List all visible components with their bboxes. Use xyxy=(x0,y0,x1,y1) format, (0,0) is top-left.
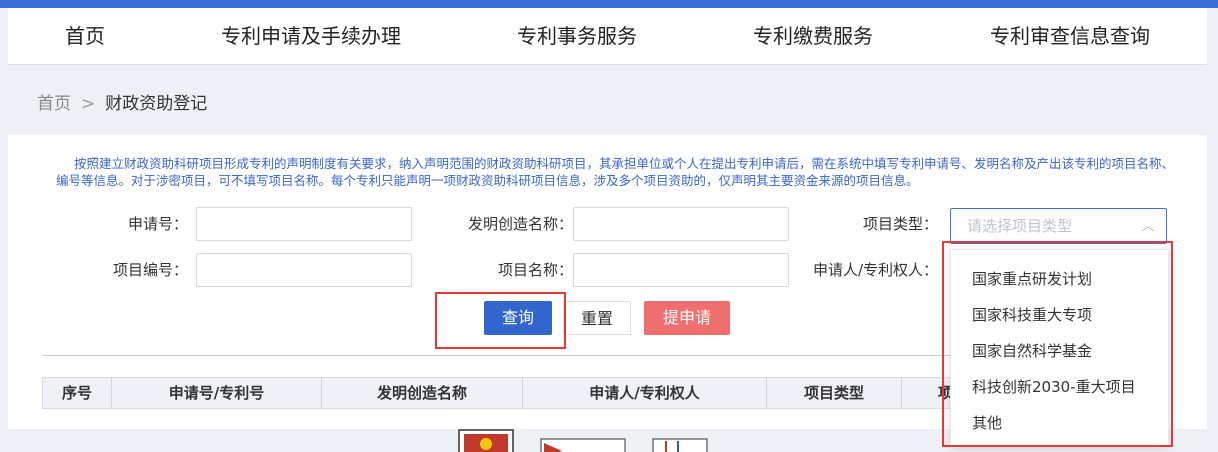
submit-application-button[interactable]: 提申请 xyxy=(644,301,730,335)
application-no-label: 申请号： xyxy=(127,215,188,233)
col-index: 序号 xyxy=(43,378,112,408)
footer-logos xyxy=(0,429,1218,452)
main-nav: 首页 专利申请及手续办理 专利事务服务 专利缴费服务 专利审查信息查询 xyxy=(8,8,1207,65)
invention-name-input[interactable] xyxy=(573,207,789,241)
breadcrumb-home[interactable]: 首页 xyxy=(37,94,71,114)
chevron-up-icon: ︿ xyxy=(1141,219,1154,233)
nav-item-payment[interactable]: 专利缴费服务 xyxy=(753,8,873,64)
nav-item-application[interactable]: 专利申请及手续办理 xyxy=(221,8,401,64)
nav-item-home[interactable]: 首页 xyxy=(65,8,105,64)
breadcrumb-current: 财政资助登记 xyxy=(105,94,208,114)
nav-item-affairs[interactable]: 专利事务服务 xyxy=(517,8,637,64)
nav-item-examination-query[interactable]: 专利审查信息查询 xyxy=(990,8,1150,64)
reset-button[interactable]: 重置 xyxy=(563,301,631,335)
notice-text: 按照建立财政资助科研项目形成专利的声明制度有关要求，纳入声明范围的财政资助科研项… xyxy=(56,156,1175,188)
project-name-label: 项目名称： xyxy=(497,261,573,279)
breadcrumb: 首页 > 财政资助登记 xyxy=(37,89,207,114)
project-name-input[interactable] xyxy=(573,253,789,287)
project-no-label: 项目编号： xyxy=(112,261,188,279)
application-no-input[interactable] xyxy=(196,207,412,241)
col-invention-name: 发明创造名称 xyxy=(322,378,523,408)
breadcrumb-separator: > xyxy=(81,94,96,114)
invention-name-label: 发明创造名称： xyxy=(467,215,573,233)
top-band xyxy=(0,0,1218,8)
partner-logo-icon xyxy=(540,438,626,452)
col-application-no: 申请号/专利号 xyxy=(112,378,322,408)
dropdown-highlight-box xyxy=(942,241,1173,447)
project-type-select[interactable]: 请选择项目类型 ︿ xyxy=(950,208,1167,244)
query-highlight-box xyxy=(435,292,566,349)
project-type-label: 项目类型： xyxy=(862,215,938,233)
project-no-input[interactable] xyxy=(196,253,412,287)
applicant-label: 申请人/专利权人： xyxy=(812,261,938,279)
organization-logo-icon xyxy=(652,438,708,452)
col-project-type: 项目类型 xyxy=(767,378,902,408)
col-applicant: 申请人/专利权人 xyxy=(523,378,767,408)
emblem-logo-icon xyxy=(458,429,514,452)
project-type-placeholder: 请选择项目类型 xyxy=(967,217,1073,235)
